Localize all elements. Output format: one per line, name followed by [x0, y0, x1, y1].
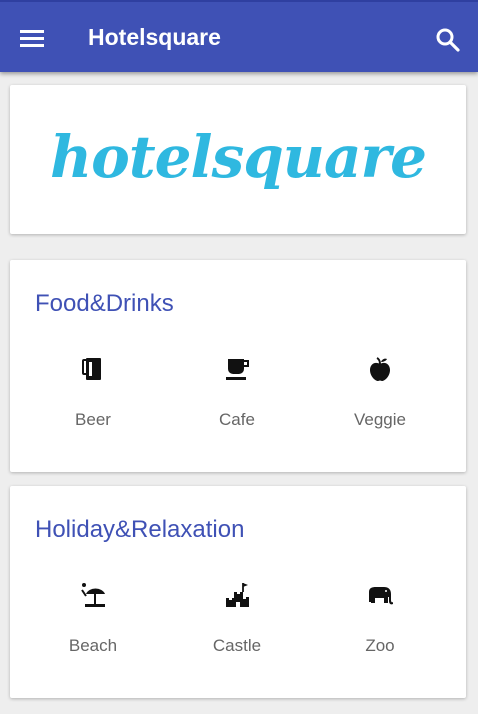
food-drinks-card: Food&Drinks Beer Cafe Veggie	[10, 260, 466, 472]
item-label: Veggie	[354, 410, 406, 429]
apple-icon	[370, 357, 390, 381]
item-label: Zoo	[365, 636, 395, 655]
app-bar: Hotelsquare	[0, 0, 478, 72]
item-label: Cafe	[219, 410, 255, 429]
category-item-veggie[interactable]: Veggie	[325, 356, 435, 430]
menu-icon	[20, 30, 44, 47]
item-label: Castle	[212, 636, 262, 655]
menu-button[interactable]	[16, 22, 48, 54]
category-title: Food&Drinks	[35, 290, 174, 317]
elephant-icon	[369, 587, 393, 605]
search-button[interactable]	[432, 24, 464, 56]
beach-umbrella-icon	[81, 583, 105, 607]
item-label: Beer	[75, 410, 111, 429]
hotelsquare-logo: hotelsquare	[50, 122, 427, 191]
app-title: Hotelsquare	[88, 24, 221, 50]
category-item-zoo[interactable]: Zoo	[325, 582, 435, 656]
category-item-beach[interactable]: Beach	[38, 582, 148, 656]
category-item-cafe[interactable]: Cafe	[182, 356, 292, 430]
holiday-relaxation-card: Holiday&Relaxation Beach Castle Zoo	[10, 486, 466, 698]
logo-card: hotelsquare	[10, 85, 466, 234]
castle-icon	[226, 583, 249, 607]
search-icon	[436, 28, 460, 52]
item-label: Beach	[68, 636, 118, 655]
category-item-castle[interactable]: Castle	[182, 582, 292, 656]
coffee-cup-icon	[226, 359, 249, 380]
beer-mug-icon	[82, 358, 101, 380]
category-title: Holiday&Relaxation	[35, 516, 245, 543]
category-item-beer[interactable]: Beer	[38, 356, 148, 430]
